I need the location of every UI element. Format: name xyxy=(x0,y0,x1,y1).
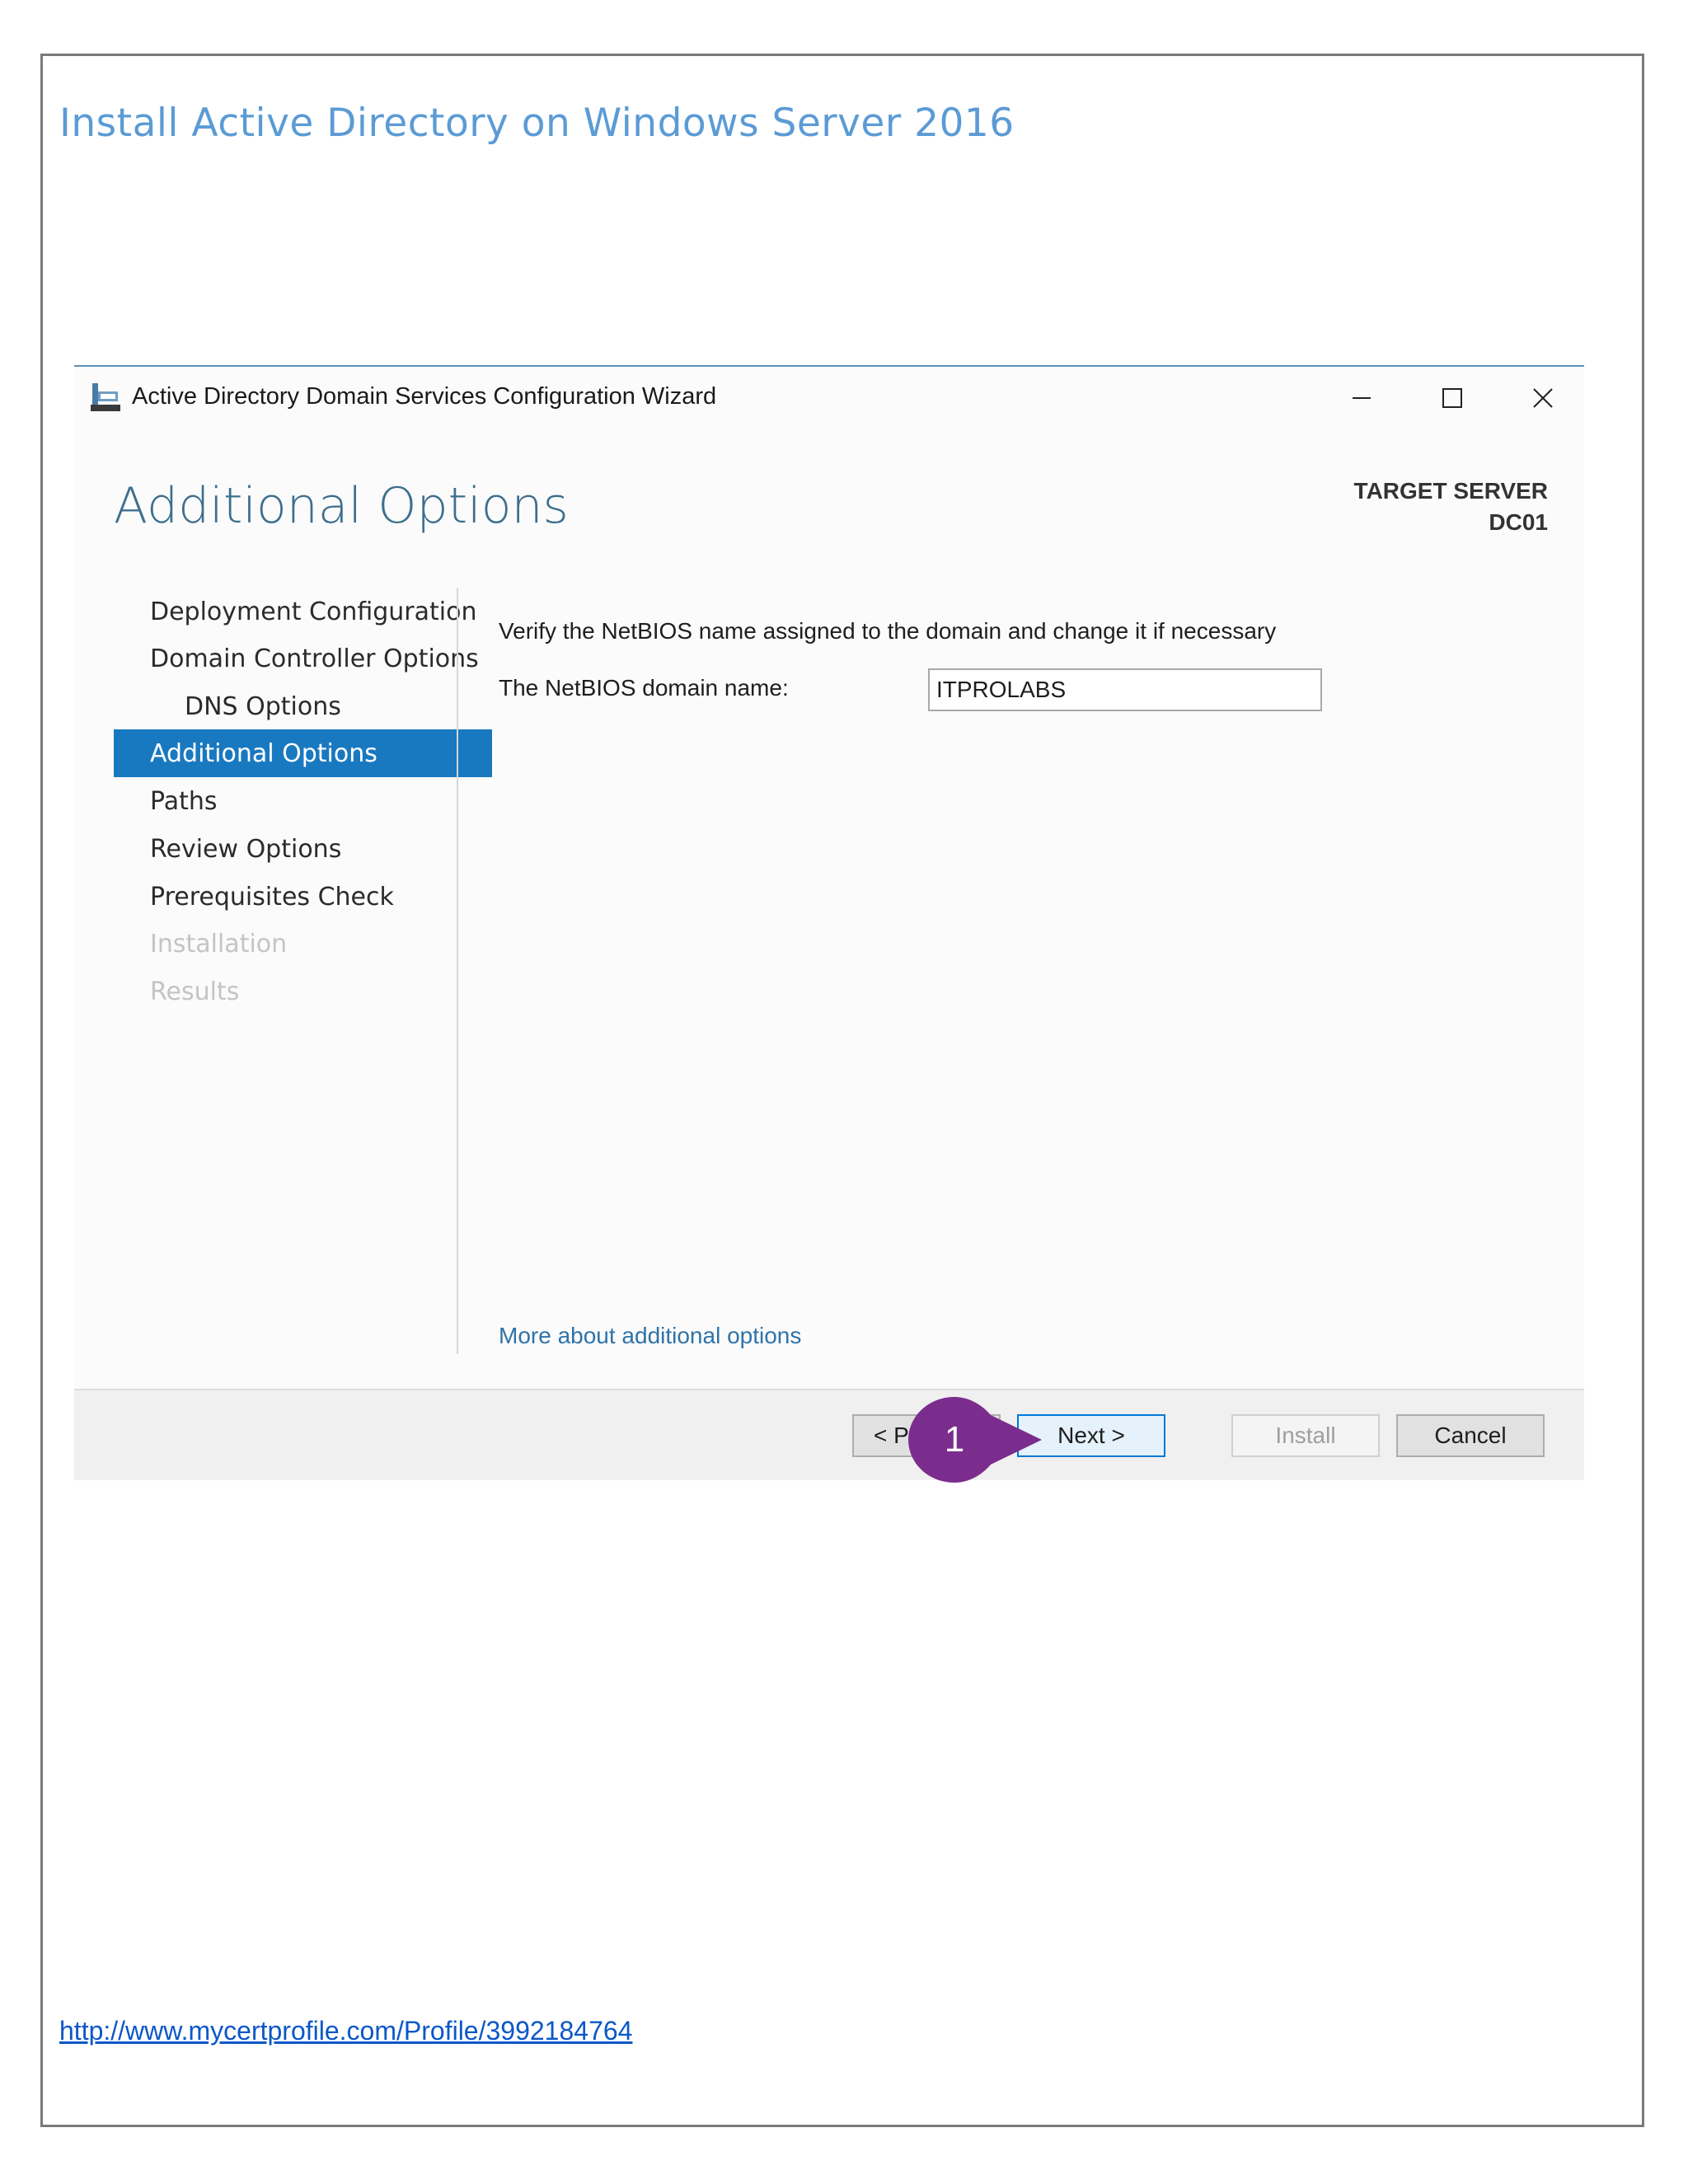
close-icon xyxy=(1533,388,1553,408)
nav-item-dns-options[interactable]: DNS Options xyxy=(114,682,527,730)
step-callout-marker xyxy=(908,1397,1042,1483)
profile-link[interactable]: http://www.mycertprofile.com/Profile/399… xyxy=(59,2016,632,2046)
maximize-icon xyxy=(1442,388,1462,408)
title-bar[interactable]: Active Directory Domain Services Configu… xyxy=(74,367,1584,429)
close-button[interactable] xyxy=(1518,378,1568,418)
minimize-icon xyxy=(1353,397,1371,399)
nav-item-prerequisites-check[interactable]: Prerequisites Check xyxy=(114,873,492,921)
install-button: Install xyxy=(1231,1414,1380,1457)
nav-item-domain-controller-options[interactable]: Domain Controller Options xyxy=(114,635,492,682)
more-about-additional-options-link[interactable]: More about additional options xyxy=(499,1323,801,1349)
nav-item-installation: Installation xyxy=(150,929,288,958)
window-title: Active Directory Domain Services Configu… xyxy=(132,383,717,410)
cancel-button[interactable]: Cancel xyxy=(1396,1414,1545,1457)
nav-item-additional-options[interactable]: Additional Options xyxy=(114,729,492,777)
wizard-window: Active Directory Domain Services Configu… xyxy=(74,365,1584,1483)
page-heading: Additional Options xyxy=(114,477,569,535)
nav-divider xyxy=(457,588,458,1354)
nav-item-results: Results xyxy=(150,977,240,1006)
nav-item-review-options[interactable]: Review Options xyxy=(114,825,492,873)
document-title: Install Active Directory on Windows Serv… xyxy=(59,101,1015,146)
minimize-button[interactable] xyxy=(1337,378,1386,418)
instruction-text: Verify the NetBIOS name assigned to the … xyxy=(499,618,1277,644)
nav-item-paths[interactable]: Paths xyxy=(114,777,492,825)
wizard-nav: Deployment Configuration Domain Controll… xyxy=(114,588,532,1721)
nav-item-deployment-configuration[interactable]: Deployment Configuration xyxy=(114,588,492,635)
target-server-label: TARGET SERVER xyxy=(1353,478,1548,504)
netbios-label: The NetBIOS domain name: xyxy=(499,675,789,701)
target-server: TARGET SERVER DC01 xyxy=(1354,476,1548,538)
maximize-button[interactable] xyxy=(1428,378,1477,418)
target-server-name: DC01 xyxy=(1489,509,1548,535)
netbios-domain-name-input[interactable] xyxy=(928,668,1322,711)
server-manager-icon xyxy=(91,383,120,411)
